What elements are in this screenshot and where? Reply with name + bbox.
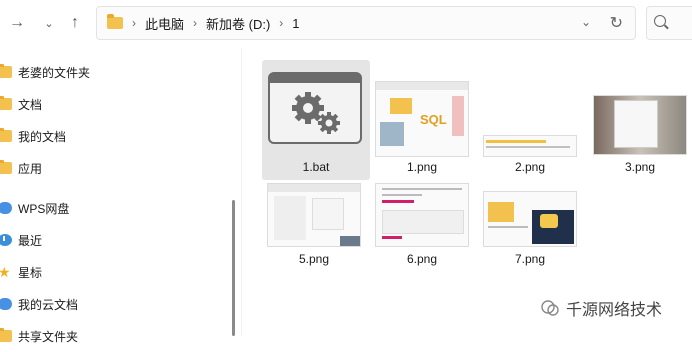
image-thumbnail [484, 192, 576, 246]
file-item-1-bat[interactable]: 1.bat [262, 60, 370, 180]
sidebar-item-recent[interactable]: 最近 [0, 224, 42, 256]
sidebar-item-shared-folder[interactable]: 共享文件夹 [0, 320, 78, 352]
navigation-bar: → ⌄ ↑ › 此电脑 › 新加卷 (D:) › 1 ⌄ ↻ [0, 0, 692, 48]
folder-icon [0, 160, 12, 174]
sidebar-item-starred[interactable]: ★ 星标 [0, 256, 42, 288]
breadcrumb-item-this-pc[interactable]: 此电脑 [145, 14, 184, 33]
sidebar: 老婆的文件夹 文档 我的文档 应用 WPS网盘 最近 ★ 星标 我的云文档 共享… [0, 48, 240, 344]
image-thumbnail: SQL [376, 82, 468, 156]
sidebar-item-label: 最近 [18, 233, 43, 248]
sidebar-item-label: 应用 [18, 161, 43, 176]
file-name: 1.bat [302, 160, 330, 174]
search-input[interactable] [646, 6, 692, 40]
star-icon: ★ [0, 264, 11, 280]
file-item-5-png[interactable]: 5.png [260, 180, 368, 300]
sidebar-item-documents[interactable]: 文档 [0, 88, 42, 120]
file-name: 6.png [406, 252, 438, 266]
image-thumbnail [376, 184, 468, 246]
file-item-7-png[interactable]: 7.png [476, 180, 584, 300]
address-bar[interactable]: › 此电脑 › 新加卷 (D:) › 1 ⌄ ↻ [96, 6, 636, 40]
breadcrumb-item-folder-1[interactable]: 1 [292, 16, 299, 31]
chevron-right-icon: › [193, 16, 198, 30]
batch-file-icon [268, 72, 362, 144]
sidebar-item-label: 老婆的文件夹 [18, 65, 91, 80]
sidebar-item-label: 共享文件夹 [18, 329, 79, 344]
sidebar-item-my-documents[interactable]: 我的文档 [0, 120, 66, 152]
folder-icon [0, 128, 12, 142]
arrow-right-icon[interactable]: → [6, 12, 28, 34]
chevron-right-icon: › [132, 16, 136, 30]
sidebar-item-label: 星标 [18, 265, 43, 280]
file-name: 2.png [514, 160, 546, 174]
cloud-icon [0, 298, 12, 310]
sidebar-item-label: 我的文档 [18, 129, 67, 144]
file-item-3-png[interactable]: 3.png [586, 60, 692, 180]
arrow-up-icon[interactable]: ↑ [64, 12, 86, 34]
sidebar-item-label: 我的云文档 [18, 297, 79, 312]
file-name: 1.png [406, 160, 438, 174]
pane-divider [241, 48, 242, 336]
file-name: 3.png [624, 160, 656, 174]
chevron-down-icon[interactable]: ⌄ [38, 12, 60, 34]
image-thumbnail [484, 136, 576, 156]
watermark-text: 千源网络技术 [566, 302, 663, 319]
file-item-1-png[interactable]: SQL 1.png [368, 60, 476, 180]
sidebar-item-label: WPS网盘 [18, 201, 70, 216]
folder-icon [107, 14, 123, 29]
folder-icon [0, 64, 12, 78]
breadcrumb-item-drive-d[interactable]: 新加卷 (D:) [206, 14, 270, 33]
folder-icon [0, 96, 12, 110]
sidebar-item-wps-drive[interactable]: WPS网盘 [0, 192, 69, 224]
clock-icon [0, 234, 12, 246]
folder-icon [0, 328, 12, 342]
file-name: 5.png [298, 252, 330, 266]
file-item-6-png[interactable]: 6.png [368, 180, 476, 300]
chevron-right-icon: › [279, 16, 284, 30]
cloud-icon [0, 202, 12, 214]
file-name: 7.png [514, 252, 546, 266]
sidebar-scrollbar[interactable] [232, 200, 235, 336]
file-item-2-png[interactable]: 2.png [476, 60, 584, 180]
image-thumbnail [268, 184, 360, 246]
search-icon [654, 15, 666, 27]
sidebar-item-my-cloud-docs[interactable]: 我的云文档 [0, 288, 78, 320]
chevron-down-icon[interactable]: ⌄ [581, 15, 591, 29]
sidebar-item-label: 文档 [18, 97, 43, 112]
image-thumbnail [594, 96, 686, 154]
gear-icon [292, 92, 340, 134]
wechat-logo-icon [540, 298, 560, 318]
refresh-icon[interactable]: ↻ [610, 13, 623, 33]
sidebar-item-apps[interactable]: 应用 [0, 152, 42, 184]
watermark: 千源网络技术 [540, 296, 662, 320]
sidebar-item-wife-folder[interactable]: 老婆的文件夹 [0, 56, 90, 88]
